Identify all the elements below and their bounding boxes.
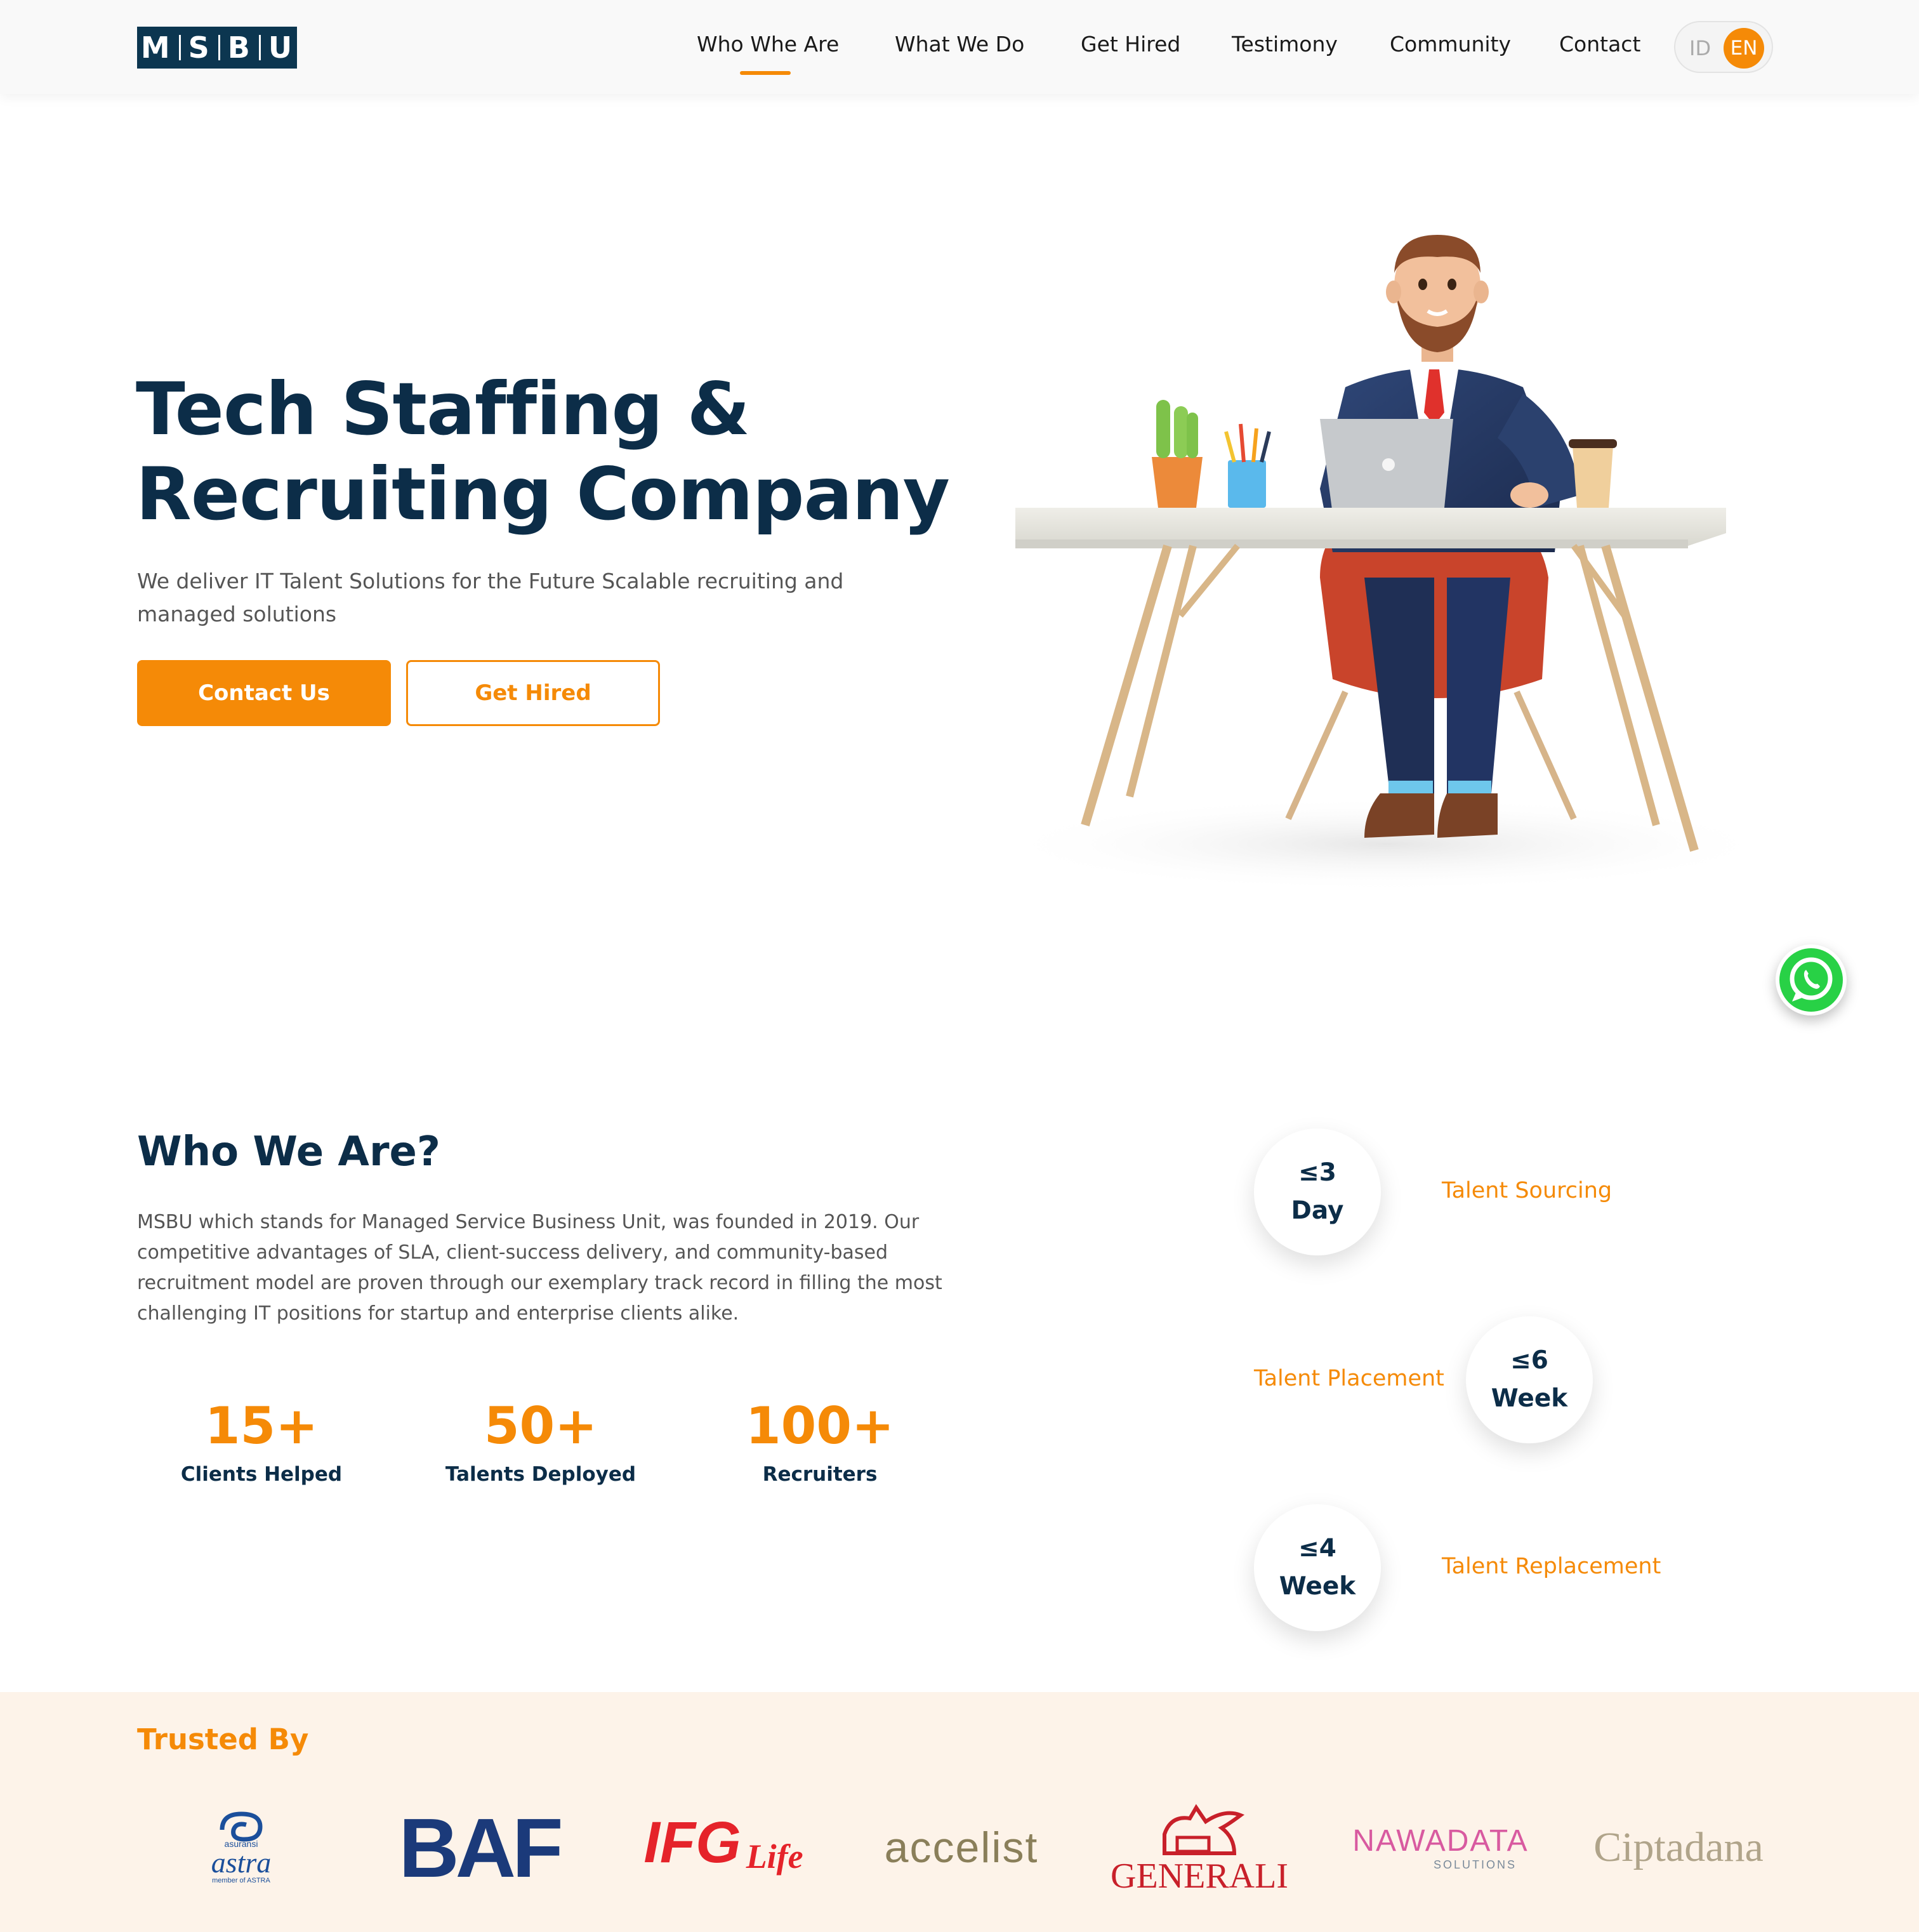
logo-letter-m: M <box>140 30 171 65</box>
language-toggle[interactable]: ID EN <box>1674 21 1773 73</box>
hero-subtitle: We deliver IT Talent Solutions for the F… <box>137 569 844 626</box>
stat-value: 100+ <box>745 1396 895 1455</box>
sla-label-talent-replacement: Talent Replacement <box>1442 1554 1661 1579</box>
logo-accelist: accelist <box>876 1800 1047 1895</box>
sla-value: ≤4 <box>1298 1534 1336 1563</box>
hero-title: Tech Staffing & Recruiting Company <box>136 367 961 537</box>
sla-circle-placement: ≤6 Week <box>1466 1316 1593 1443</box>
nav-get-hired[interactable]: Get Hired <box>1081 32 1180 56</box>
contact-us-button[interactable]: Contact Us <box>137 660 391 726</box>
active-nav-indicator <box>740 71 791 75</box>
lang-option-id[interactable]: ID <box>1689 36 1711 60</box>
msbu-logo[interactable]: M S B U <box>137 27 297 69</box>
astra-swirl-icon <box>220 1811 263 1842</box>
stat-label: Recruiters <box>762 1463 878 1486</box>
logo-divider <box>258 35 261 60</box>
stat-label: Talents Deployed <box>445 1463 636 1486</box>
ifg-life-text: Life <box>746 1837 803 1876</box>
sla-circle-replacement: ≤4 Week <box>1254 1504 1381 1631</box>
top-navbar: M S B U Who Whe Are What We Do Get Hired… <box>0 0 1919 94</box>
logo-letter-s: S <box>188 30 211 65</box>
sla-unit: Day <box>1291 1196 1344 1225</box>
nav-testimony[interactable]: Testimony <box>1232 32 1338 56</box>
logo-ifg-life: IFG Life <box>635 1800 812 1895</box>
trusted-by-section: Trusted By asuransi astra member of ASTR… <box>0 1692 1919 1932</box>
sla-value: ≤3 <box>1298 1158 1336 1187</box>
astra-main-text: astra <box>211 1846 272 1879</box>
accelist-text: accelist <box>884 1823 1039 1872</box>
sla-circle-sourcing: ≤3 Day <box>1254 1128 1381 1255</box>
who-we-are-title: Who We Are? <box>137 1128 441 1175</box>
generali-lion-icon <box>1163 1804 1245 1855</box>
stat-recruiters: 100+ Recruiters <box>693 1396 947 1486</box>
logo-baf: BAF <box>393 1800 565 1895</box>
generali-text: GENERALI <box>1111 1856 1288 1896</box>
sla-label-talent-sourcing: Talent Sourcing <box>1442 1178 1612 1203</box>
logo-ciptadana: Ciptadana <box>1586 1800 1771 1895</box>
astra-tag-text: member of ASTRA <box>212 1877 270 1884</box>
nav-community[interactable]: Community <box>1390 32 1511 56</box>
hero-title-line-2: Recruiting Company <box>136 452 950 536</box>
logo-divider <box>178 35 181 60</box>
sla-unit: Week <box>1491 1384 1568 1413</box>
logo-letter-u: U <box>268 30 294 65</box>
trusted-by-title: Trusted By <box>137 1723 309 1756</box>
logo-asuransi-astra: asuransi astra member of ASTRA <box>190 1800 292 1895</box>
stat-value: 50+ <box>484 1396 598 1455</box>
baf-text: BAF <box>399 1801 563 1895</box>
nav-what-we-do[interactable]: What We Do <box>895 32 1024 56</box>
stat-value: 15+ <box>204 1396 319 1455</box>
stat-label: Clients Helped <box>180 1463 343 1486</box>
logo-divider <box>218 35 220 60</box>
hero-title-line-1: Tech Staffing & <box>136 367 750 451</box>
nav-who-we-are[interactable]: Who Whe Are <box>697 32 839 56</box>
get-hired-button[interactable]: Get Hired <box>406 660 660 726</box>
who-we-are-description: MSBU which stands for Managed Service Bu… <box>137 1211 942 1325</box>
nav-contact[interactable]: Contact <box>1559 32 1640 56</box>
ciptadana-text: Ciptadana <box>1593 1824 1764 1870</box>
lang-option-en[interactable]: EN <box>1724 28 1764 69</box>
logo-nawadata: NAWADATA SOLUTIONS <box>1352 1800 1529 1895</box>
whatsapp-chat-button[interactable] <box>1776 944 1847 1016</box>
logo-letter-b: B <box>227 30 251 65</box>
nawadata-sub-text: SOLUTIONS <box>1433 1858 1517 1871</box>
ifg-text: IFG <box>643 1810 741 1875</box>
sla-unit: Week <box>1279 1572 1356 1601</box>
hero-businessman-illustration <box>993 235 1780 892</box>
stat-clients-helped: 15+ Clients Helped <box>135 1396 388 1486</box>
stat-talents-deployed: 50+ Talents Deployed <box>414 1396 668 1486</box>
logo-generali: GENERALI <box>1111 1800 1288 1895</box>
sla-value: ≤6 <box>1510 1346 1548 1375</box>
nawadata-text: NAWADATA <box>1352 1824 1529 1858</box>
sla-label-talent-placement: Talent Placement <box>1254 1366 1444 1391</box>
whatsapp-icon <box>1790 957 1833 1002</box>
